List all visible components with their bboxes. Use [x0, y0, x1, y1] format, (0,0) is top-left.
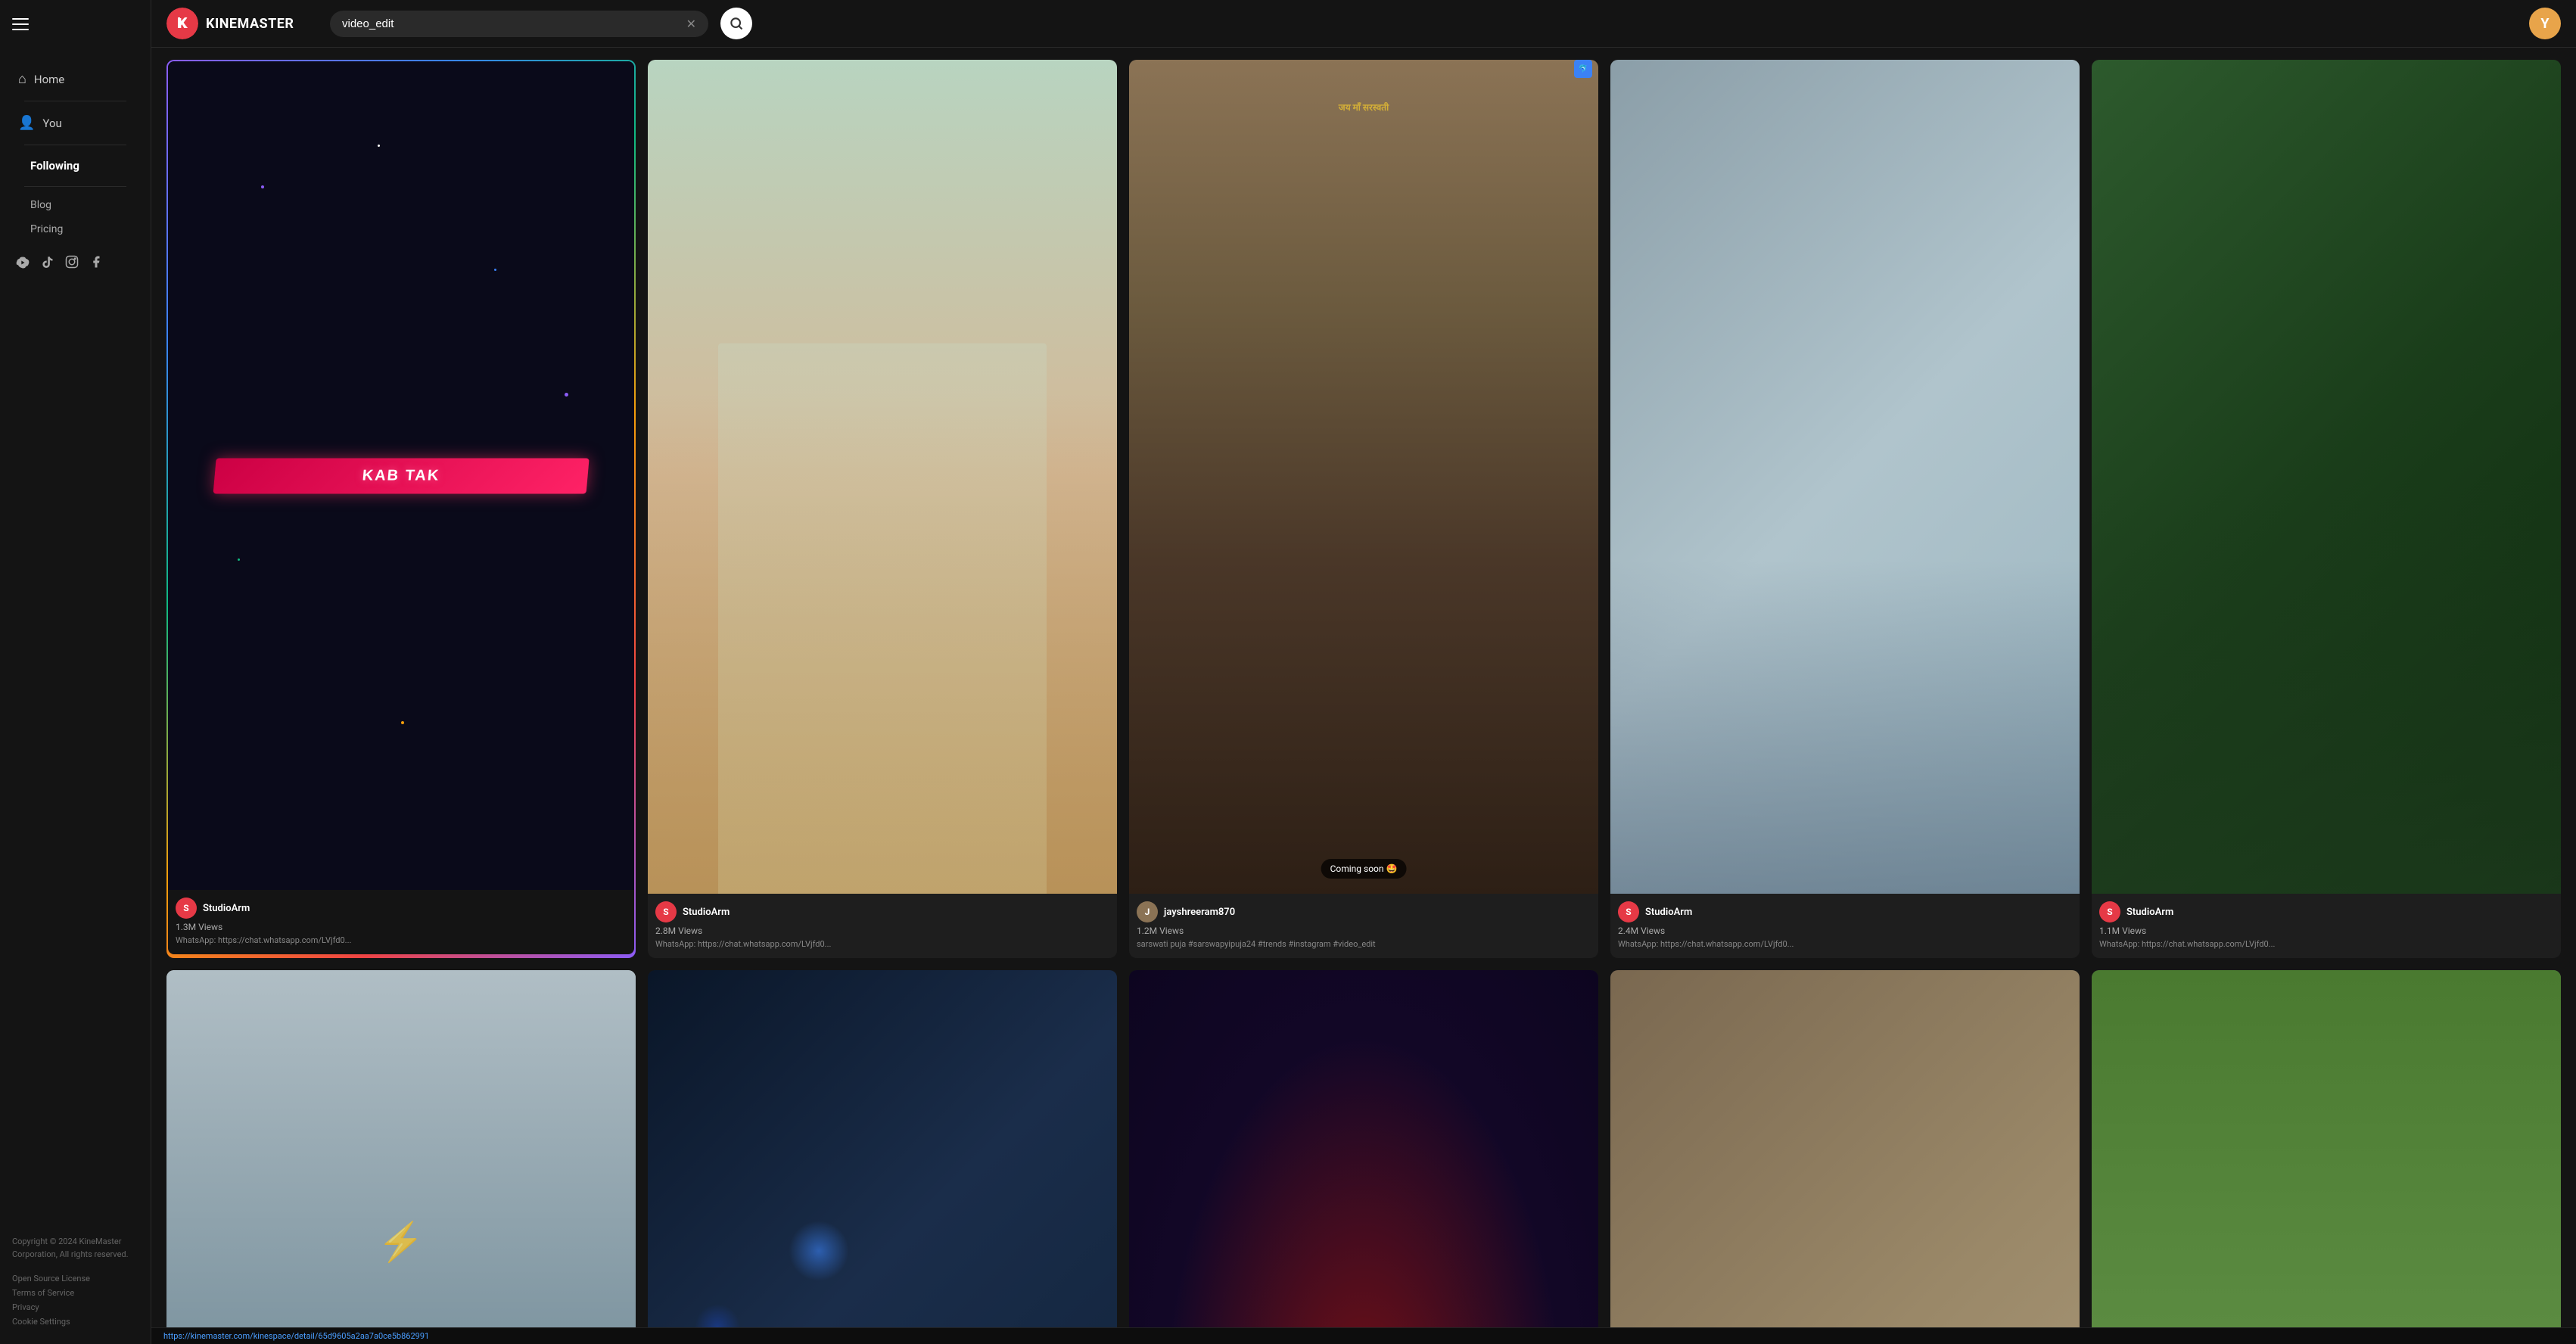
sidebar-item-pricing[interactable]: Pricing: [12, 217, 138, 241]
channel-name-2: StudioArm: [683, 907, 730, 918]
sidebar-item-following[interactable]: Following: [12, 151, 138, 180]
video-card-3[interactable]: जय माँ सरस्वती 🐬 Coming soon 🤩 J jayshre…: [1129, 60, 1598, 958]
sidebar-home-label: Home: [34, 73, 64, 86]
channel-avatar-4: S: [1618, 901, 1639, 922]
video-desc-2: WhatsApp: https://chat.whatsapp.com/LVjf…: [655, 939, 1109, 949]
header: K KINEMASTER ✕ Y: [151, 0, 2576, 48]
channel-avatar-3: J: [1137, 901, 1158, 922]
view-count-1: 1.3M Views: [176, 922, 627, 932]
search-input[interactable]: [342, 17, 680, 30]
sidebar-item-blog[interactable]: Blog: [12, 193, 138, 217]
hamburger-menu[interactable]: [12, 18, 138, 30]
video-info-5: S StudioArm 1.1M Views WhatsApp: https:/…: [2092, 894, 2561, 958]
content-area: KAB TAK S StudioArm 1.3M Views WhatsApp:…: [151, 48, 2576, 1327]
status-url: https://kinemaster.com/kinespace/detail/…: [163, 1331, 429, 1341]
video-card-10[interactable]: [2092, 970, 2561, 1327]
channel-avatar-1: S: [176, 898, 197, 919]
video-grid: KAB TAK S StudioArm 1.3M Views WhatsApp:…: [166, 60, 2561, 1327]
channel-name-3: jayshreeram870: [1164, 907, 1235, 918]
sidebar-divider-3: [24, 186, 126, 187]
sidebar-item-home[interactable]: ⌂ Home: [12, 64, 138, 95]
view-count-4: 2.4M Views: [1618, 926, 2072, 936]
privacy-link[interactable]: Privacy: [12, 1300, 138, 1314]
svg-text:K: K: [177, 15, 188, 32]
video-info-2: S StudioArm 2.8M Views WhatsApp: https:/…: [648, 894, 1117, 958]
video-desc-4: WhatsApp: https://chat.whatsapp.com/LVjf…: [1618, 939, 2072, 949]
channel-avatar-5: S: [2099, 901, 2120, 922]
youtube-icon[interactable]: [15, 255, 30, 274]
facebook-icon[interactable]: [89, 255, 103, 274]
main-content: K KINEMASTER ✕ Y: [151, 0, 2576, 1344]
video-card-1[interactable]: KAB TAK S StudioArm 1.3M Views WhatsApp:…: [166, 60, 636, 958]
sidebar-copyright: Copyright © 2024 KineMaster Corporation,…: [0, 1228, 151, 1268]
search-bar: ✕: [330, 11, 708, 37]
channel-name-4: StudioArm: [1645, 907, 1692, 918]
search-clear-icon[interactable]: ✕: [686, 17, 696, 31]
video-desc-3: sarswati puja #sarswapyipuja24 #trends #…: [1137, 939, 1591, 949]
video-card-8[interactable]: K KineMaster 6.4M Views: [1129, 970, 1598, 1327]
video-card-5[interactable]: S StudioArm 1.1M Views WhatsApp: https:/…: [2092, 60, 2561, 958]
channel-name-1: StudioArm: [203, 903, 250, 914]
sidebar-item-you[interactable]: 👤 You: [12, 107, 138, 138]
open-source-link[interactable]: Open Source License: [12, 1271, 138, 1286]
video-card-2[interactable]: S StudioArm 2.8M Views WhatsApp: https:/…: [648, 60, 1117, 958]
video-info-4: S StudioArm 2.4M Views WhatsApp: https:/…: [1610, 894, 2080, 958]
view-count-3: 1.2M Views: [1137, 926, 1591, 936]
home-icon: ⌂: [18, 71, 26, 87]
terms-link[interactable]: Terms of Service: [12, 1286, 138, 1300]
coming-soon-badge: Coming soon 🤩: [1321, 859, 1407, 879]
video-desc-5: WhatsApp: https://chat.whatsapp.com/LVjf…: [2099, 939, 2553, 949]
sidebar: ⌂ Home 👤 You Following Blog Pricing Copy…: [0, 0, 151, 1344]
user-avatar[interactable]: Y: [2529, 8, 2561, 39]
search-button[interactable]: [720, 8, 752, 39]
status-bar: https://kinemaster.com/kinespace/detail/…: [151, 1327, 2576, 1344]
sidebar-nav: ⌂ Home 👤 You Following Blog Pricing: [0, 58, 151, 247]
user-icon: 👤: [18, 115, 35, 131]
channel-name-5: StudioArm: [2126, 907, 2173, 918]
kinemaster-logo-icon: K: [166, 8, 198, 39]
view-count-2: 2.8M Views: [655, 926, 1109, 936]
logo-text: KINEMASTER: [206, 16, 294, 32]
sidebar-you-label: You: [42, 117, 61, 130]
cookie-link[interactable]: Cookie Settings: [12, 1314, 138, 1329]
video-card-6[interactable]: ⚡: [166, 970, 636, 1327]
social-icons-row: [0, 247, 151, 282]
tiktok-icon[interactable]: [41, 255, 54, 274]
video-info-3: J jayshreeram870 1.2M Views sarswati puj…: [1129, 894, 1598, 958]
channel-avatar-2: S: [655, 901, 677, 922]
logo-area: K KINEMASTER: [166, 8, 318, 39]
video-card-7[interactable]: SUBSCRIBE: [648, 970, 1117, 1327]
video-desc-1: WhatsApp: https://chat.whatsapp.com/LVjf…: [176, 935, 627, 945]
video-card-4[interactable]: S StudioArm 2.4M Views WhatsApp: https:/…: [1610, 60, 2080, 958]
view-count-5: 1.1M Views: [2099, 926, 2553, 936]
instagram-icon[interactable]: [65, 255, 79, 274]
sidebar-footer-links: Open Source License Terms of Service Pri…: [0, 1268, 151, 1332]
video-info-1: S StudioArm 1.3M Views WhatsApp: https:/…: [168, 890, 634, 954]
video-card-9[interactable]: [1610, 970, 2080, 1327]
